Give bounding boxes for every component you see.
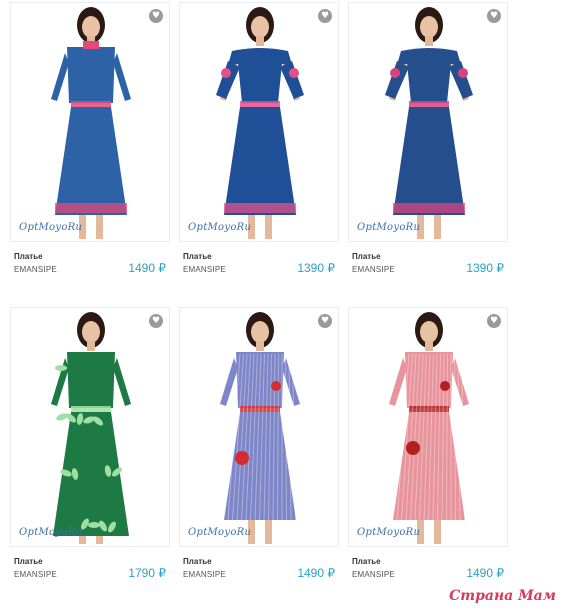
product-image[interactable]: ♥ OptMoyoRu <box>10 307 170 547</box>
product-price: 1490 ₽ <box>466 566 504 580</box>
product-photo <box>389 312 469 544</box>
product-brand: EMANSIPE <box>14 265 57 274</box>
favorite-heart-icon[interactable]: ♥ <box>318 9 332 23</box>
product-photo <box>51 312 131 544</box>
product-card[interactable]: ♥ OptMoyoRu Платье EMANSIPE 1490 ₽ <box>348 307 508 580</box>
brand-watermark: OptMoyoRu <box>19 527 83 538</box>
product-image[interactable]: ♥ OptMoyoRu <box>348 307 508 547</box>
product-price: 1490 ₽ <box>297 566 335 580</box>
brand-watermark: OptMoyoRu <box>357 222 421 233</box>
product-card[interactable]: ♥ OptMoyoRu Платье EMANSIPE 1390 ₽ <box>348 2 508 275</box>
favorite-heart-icon[interactable]: ♥ <box>318 314 332 328</box>
favorite-heart-icon[interactable]: ♥ <box>149 314 163 328</box>
favorite-heart-icon[interactable]: ♥ <box>487 9 501 23</box>
product-title[interactable]: Платье <box>352 557 381 566</box>
product-image[interactable]: ♥ OptMoyoRu <box>179 2 339 242</box>
product-photo <box>216 7 304 239</box>
product-card[interactable]: ♥ OptMoyoRu Платье EMANSIPE 1490 ₽ <box>179 307 339 580</box>
brand-watermark: OptMoyoRu <box>188 222 252 233</box>
product-brand: EMANSIPE <box>352 570 395 579</box>
product-image[interactable]: ♥ OptMoyoRu <box>10 2 170 242</box>
product-image[interactable]: ♥ OptMoyoRu <box>348 2 508 242</box>
product-price: 1390 ₽ <box>297 261 335 275</box>
brand-watermark: OptMoyoRu <box>188 527 252 538</box>
brand-watermark: OptMoyoRu <box>19 222 83 233</box>
product-title[interactable]: Платье <box>14 252 43 261</box>
site-watermark: Страна Мам <box>449 588 556 604</box>
product-brand: EMANSIPE <box>183 570 226 579</box>
favorite-heart-icon[interactable]: ♥ <box>149 9 163 23</box>
product-title[interactable]: Платье <box>352 252 381 261</box>
product-brand: EMANSIPE <box>352 265 395 274</box>
product-photo <box>385 7 473 239</box>
product-title[interactable]: Платье <box>183 557 212 566</box>
product-title[interactable]: Платье <box>183 252 212 261</box>
product-card[interactable]: ♥ OptMoyoRu Платье EMANSIPE 1390 ₽ <box>179 2 339 275</box>
product-photo <box>51 7 131 239</box>
favorite-heart-icon[interactable]: ♥ <box>487 314 501 328</box>
product-price: 1490 ₽ <box>128 261 166 275</box>
product-brand: EMANSIPE <box>183 265 226 274</box>
product-card[interactable]: ♥ OptMoyoRu Платье EMANSIPE 1790 ₽ <box>10 307 170 580</box>
product-image[interactable]: ♥ OptMoyoRu <box>179 307 339 547</box>
product-price: 1390 ₽ <box>466 261 504 275</box>
product-price: 1790 ₽ <box>128 566 166 580</box>
product-card[interactable]: ♥ OptMoyoRu Платье EMANSIPE 1490 ₽ <box>10 2 170 275</box>
brand-watermark: OptMoyoRu <box>357 527 421 538</box>
product-brand: EMANSIPE <box>14 570 57 579</box>
product-title[interactable]: Платье <box>14 557 43 566</box>
product-photo <box>220 312 300 544</box>
